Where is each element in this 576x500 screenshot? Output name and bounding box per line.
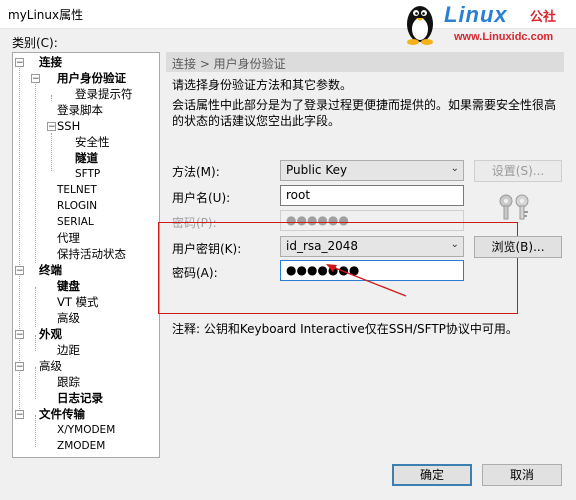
user-key-select[interactable]: id_rsa_2048 ⌄ [280,236,464,257]
tree-item-zmodem[interactable]: ZMODEM [57,439,105,454]
section-title: 连接 > 用户身份验证 [172,57,286,71]
keys-icon [499,194,529,220]
tree-connector [35,287,36,327]
tree-item-login-prompt[interactable]: 登录提示符 [75,87,133,102]
tree-item-vt-mode[interactable]: VT 模式 [57,295,99,310]
collapse-icon[interactable]: − [47,122,56,132]
tree-item-margins[interactable]: 边距 [57,343,80,358]
tree-item-serial[interactable]: SERIAL [57,215,94,230]
category-tree[interactable]: − − − − − − − 连接 用户身份验证 登录提示符 登录脚本 SSH 安… [12,52,160,458]
tree-connector [35,79,36,263]
tree-item-ssh[interactable]: SSH [57,119,80,134]
tree-connector [35,415,36,447]
tree-item-logging[interactable]: 日志记录 [57,391,103,406]
method-select[interactable]: Public Key ⌄ [280,160,464,181]
tree-item-sftp[interactable]: SFTP [75,167,100,182]
tree-connector [51,133,52,171]
collapse-icon[interactable]: − [15,410,24,420]
ok-button[interactable]: 确定 [392,464,472,486]
watermark-url: www.Linuxidc.com [454,31,554,43]
annotation-arrow [326,264,407,297]
window-title: myLinux属性 [8,8,84,22]
tree-item-terminal-advanced[interactable]: 高级 [57,311,80,326]
cancel-button[interactable]: 取消 [482,464,562,486]
tree-item-proxy[interactable]: 代理 [57,231,80,246]
user-key-label: 用户密钥(K): [172,242,242,256]
tree-item-appearance[interactable]: 外观 [39,327,62,342]
watermark-brand: Linux [444,2,508,27]
browse-button[interactable]: 浏览(B)... [474,236,562,258]
description-line-1: 请选择身份验证方法和其它参数。 [172,78,353,92]
passphrase-label: 密码(A): [172,266,218,280]
tree-item-connection[interactable]: 连接 [39,55,62,70]
tree-item-xymodem[interactable]: X/YMODEM [57,423,115,438]
watermark-brand-cn: 公社 [530,10,557,25]
tree-connector [35,335,36,351]
tree-item-file-transfer[interactable]: 文件传输 [39,407,85,422]
collapse-icon[interactable]: − [31,74,40,84]
tree-item-telnet[interactable]: TELNET [57,183,97,198]
tree-item-terminal[interactable]: 终端 [39,263,62,278]
settings-button[interactable]: 设置(S)... [474,160,562,182]
tree-item-login-script[interactable]: 登录脚本 [57,103,103,118]
tree-item-security[interactable]: 安全性 [75,135,110,150]
method-value: Public Key [286,163,348,177]
tree-connector [35,367,36,399]
description-line-2: 会话属性中此部分是为了登录过程更便捷而提供的。如果需要安全性很高 [172,98,557,112]
tree-item-keyboard[interactable]: 键盘 [57,279,80,294]
protocol-note: 注释: 公钥和Keyboard Interactive仅在SSH/SFTP协议中… [172,322,518,336]
method-label: 方法(M): [172,165,220,179]
tree-item-tunnel[interactable]: 隧道 [75,151,98,166]
collapse-icon[interactable]: − [15,266,24,276]
username-input[interactable]: root [280,185,464,206]
chevron-down-icon: ⌄ [450,239,459,250]
tree-item-advanced[interactable]: 高级 [39,359,62,374]
username-label: 用户名(U): [172,191,231,205]
collapse-icon[interactable]: − [15,58,24,68]
tree-item-keepalive[interactable]: 保持活动状态 [57,247,126,262]
tree-item-user-auth[interactable]: 用户身份验证 [57,71,126,86]
tree-connector [51,95,52,101]
chevron-down-icon: ⌄ [450,163,459,174]
tree-item-rlogin[interactable]: RLOGIN [57,199,97,214]
description-line-3: 的状态的话建议您空出此字段。 [172,114,341,128]
collapse-icon[interactable]: − [15,362,24,372]
tree-item-trace[interactable]: 跟踪 [57,375,80,390]
category-label: 类别(C): [12,36,58,50]
collapse-icon[interactable]: − [15,330,24,340]
user-key-value: id_rsa_2048 [286,239,359,253]
